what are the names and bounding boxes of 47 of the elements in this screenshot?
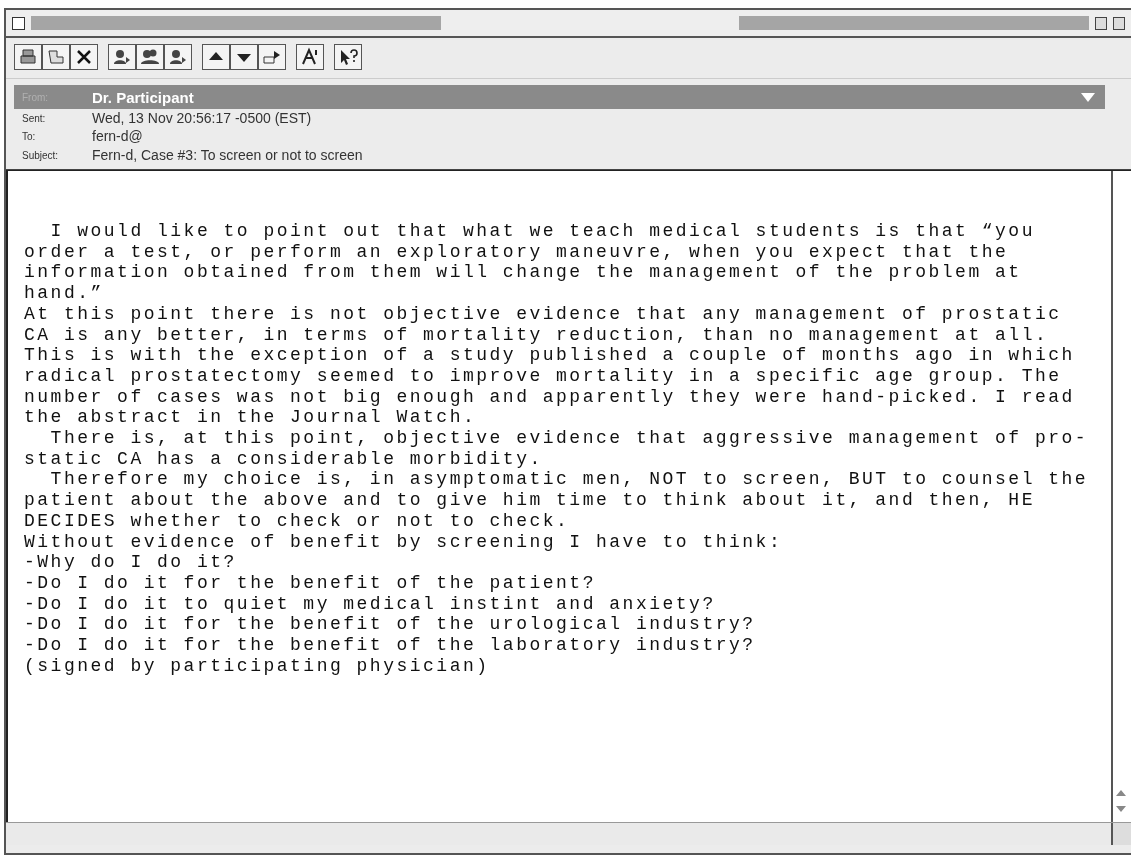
text-line: -Do I do it for the benefit of the urological industry? xyxy=(24,614,757,636)
print-icon xyxy=(17,47,39,67)
field-value: fern-d@ xyxy=(92,128,143,144)
delete-button[interactable] xyxy=(70,44,98,70)
text-line: radical prostatectomy seemed to improve mortality in a specific age group. The xyxy=(24,365,1063,387)
close-box[interactable] xyxy=(12,16,25,30)
field-value: Wed, 13 Nov 20:56:17 -0500 (EST) xyxy=(92,110,312,126)
collapse-box[interactable] xyxy=(1113,16,1125,30)
text-line: -Do I do it for the benefit of the laboratory industry? xyxy=(24,635,757,656)
text-line: Without evidence of benefit by screening I have to think: xyxy=(24,531,784,553)
text-line: This is with the exception of a study published a couple of months ago in which xyxy=(24,345,1076,366)
zoom-box[interactable] xyxy=(1095,16,1108,30)
text-line: number of cases was not big enough and apparently they were hand-picked. I read xyxy=(24,386,1076,408)
field-label: Subject: xyxy=(21,149,60,161)
text-line: hand.” xyxy=(24,283,105,304)
text-line: -Do I do it to quiet my medical instint and anxiety? xyxy=(24,593,717,615)
resize-handle[interactable] xyxy=(1111,823,1131,845)
field-value: Fern-d, Case #3: To screen or not to screen xyxy=(92,147,363,163)
person-button[interactable] xyxy=(108,44,136,70)
help-button[interactable] xyxy=(334,44,362,70)
font-button[interactable] xyxy=(296,44,324,70)
text-line: static CA has a considerable morbidity. xyxy=(24,448,544,470)
print-button[interactable] xyxy=(14,44,42,70)
down-arrow-button[interactable] xyxy=(230,44,258,70)
field-label: Sent: xyxy=(21,112,47,124)
text-line: the abstract in the Journal Watch. xyxy=(24,407,478,429)
text-line: I would like to point out that what we teach medical students is that “you xyxy=(49,221,1036,242)
field-label: To: xyxy=(21,130,37,142)
text-line: There is, at this point, objective evidence that aggressive management of pro- xyxy=(49,428,1090,449)
text-line: -Do I do it for the benefit of the patient? xyxy=(24,572,597,594)
text-line: information obtained from them will change the management of the problem at xyxy=(24,262,1023,284)
text-line: CA is any better, in terms of mortality reduction, than no management at all. xyxy=(24,324,1050,346)
person-button[interactable] xyxy=(164,44,192,70)
text-line: order a test, or perform an exploratory maneuvre, when you expect that the xyxy=(24,241,1010,263)
text-line: At this point there is not objective evidence that any management of prostatic xyxy=(24,303,1063,325)
text-line: (signed by participating physician) xyxy=(24,655,491,677)
people-icon xyxy=(139,47,161,67)
text-line: DECIDES whether to check or not to check. xyxy=(24,510,571,532)
people-button[interactable] xyxy=(136,44,164,70)
text-line: Therefore my choice is, in asymptomatic men, NOT to screen, BUT to counsel the xyxy=(49,469,1090,491)
forward-button[interactable] xyxy=(258,44,286,70)
reply-button[interactable] xyxy=(42,44,70,70)
text-line: -Why do I do it? xyxy=(24,552,238,573)
sender-name: Dr. Participant xyxy=(92,88,195,106)
text-line: patient about the above and to give him time to think about it, and then, HE xyxy=(24,490,1036,511)
up-arrow-button[interactable] xyxy=(202,44,230,70)
dropdown-icon[interactable] xyxy=(1081,92,1095,102)
